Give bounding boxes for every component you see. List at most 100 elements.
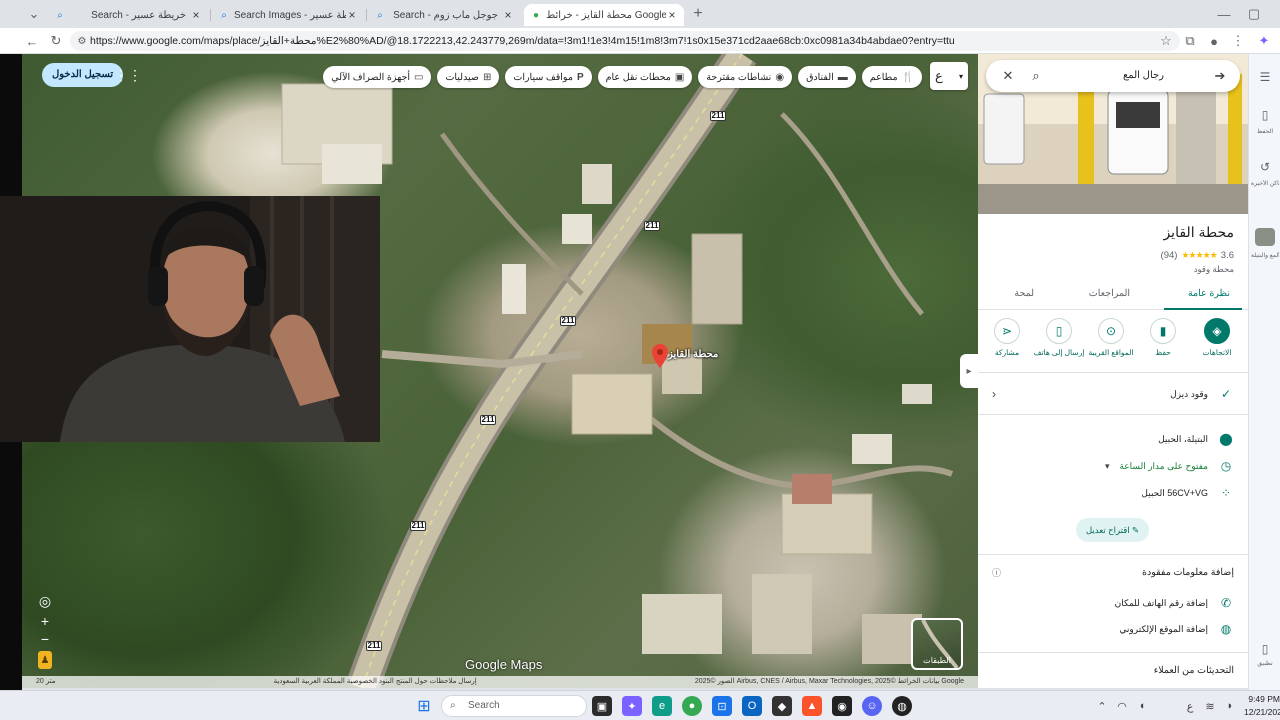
volume-icon[interactable]: ◖ — [1132, 696, 1152, 716]
directions-button[interactable]: ◈ الاتجاهات — [1190, 318, 1244, 357]
app-icon[interactable]: ▯ — [1255, 642, 1275, 656]
bookmark-star-icon[interactable]: ☆ — [1156, 31, 1176, 51]
profile-avatar[interactable]: ● — [1204, 31, 1224, 51]
extensions-icon[interactable]: ⧉ — [1180, 31, 1200, 51]
app-cube-icon[interactable]: ◆ — [772, 696, 792, 716]
windows-start-icon[interactable]: ⊞ — [414, 696, 434, 716]
rating-row[interactable]: 3.6 ★★★★★ (94) — [1161, 250, 1234, 261]
tab-reviews[interactable]: المراجعات — [1089, 288, 1130, 299]
google-apps-icon[interactable]: ⋮⋮ — [114, 67, 142, 83]
minimize-icon[interactable]: — — [1214, 4, 1234, 24]
directions-arrow-icon[interactable]: ➔ — [1210, 60, 1230, 92]
url-field[interactable]: https://www.google.com/maps/place/محطة+ا… — [70, 31, 1180, 51]
task-view-icon[interactable]: ▣ — [592, 696, 612, 716]
address-row[interactable]: ⬤ البتيلة، الحبيل — [992, 428, 1234, 450]
outlook-icon[interactable]: O — [742, 696, 762, 716]
chevron-down-icon[interactable]: ▾ — [1105, 461, 1110, 472]
search-icon[interactable]: ⌕ — [1026, 60, 1046, 92]
tab-overview[interactable]: نظرة عامة — [1188, 288, 1230, 299]
hours-row[interactable]: ◷ مفتوح على مدار الساعة ▾ — [992, 455, 1234, 477]
bookmark-icon[interactable]: ▯ — [1255, 108, 1275, 122]
search-input[interactable]: رجال المع — [1123, 60, 1164, 92]
reload-icon[interactable]: ↻ — [46, 31, 66, 51]
taskbar-search[interactable]: ⌕ Search — [441, 695, 587, 717]
plus-code-row[interactable]: ⁘ 56CV+VG الحبيل — [992, 482, 1234, 504]
location-pin-icon[interactable] — [652, 344, 668, 368]
network-icon[interactable]: ◠ — [1112, 696, 1132, 716]
tab-4-active[interactable]: ● محطة القايز - خرائط Google × — [524, 4, 684, 26]
nearby-button[interactable]: ⊙ المواقع القريبة — [1084, 318, 1138, 357]
search-box[interactable]: ➔ رجال المع ⌕ ✕ — [986, 60, 1240, 92]
add-phone-row[interactable]: ✆ إضافة رقم الهاتف للمكان — [992, 592, 1234, 614]
saved-label[interactable]: الحفظ — [1251, 128, 1279, 135]
maximize-icon[interactable]: ▢ — [1244, 4, 1264, 24]
tab-2-close-icon[interactable]: × — [346, 8, 358, 22]
recent-label[interactable]: الأماكن الأخيرة — [1251, 180, 1279, 187]
clock[interactable]: 9:49 PM 12/21/2025 — [1244, 693, 1280, 719]
brave-icon[interactable]: ▲ — [802, 696, 822, 716]
bookmark-icon: ▮ — [1150, 318, 1176, 344]
zoom-in-button[interactable]: + — [36, 612, 54, 630]
pegman-icon[interactable]: ♟ — [38, 651, 52, 669]
tab-search-dropdown-icon[interactable]: ⌄ — [24, 4, 44, 24]
chevron-left-icon[interactable]: ‹ — [992, 387, 996, 401]
tab-about[interactable]: لمحة — [1014, 288, 1034, 299]
chrome-icon[interactable]: ● — [682, 696, 702, 716]
place-label[interactable]: محطة القايز — [668, 349, 718, 360]
legal-links[interactable]: إرسال ملاحظات حول المنتج البنود الخصوصية… — [274, 676, 477, 688]
collapse-panel-button[interactable]: ▸ — [960, 354, 978, 388]
app-label[interactable]: تطبيق — [1251, 660, 1279, 667]
tab-3-close-icon[interactable]: × — [502, 8, 514, 22]
close-icon[interactable]: ✕ — [998, 60, 1018, 92]
my-location-icon[interactable]: ◎ — [36, 592, 54, 610]
rating-value: 3.6 — [1220, 250, 1234, 261]
edge-icon[interactable]: e — [652, 696, 672, 716]
chip-things-to-do[interactable]: ◉ نشاطات مقترحة — [698, 66, 793, 88]
capture-icon[interactable]: ◉ — [832, 696, 852, 716]
chip-transit[interactable]: ▣ محطات نقل عام — [597, 66, 693, 88]
save-button[interactable]: ▮ حفظ — [1136, 318, 1190, 357]
layers-button[interactable]: الطبقات — [911, 618, 963, 670]
site-info-icon[interactable]: ⚙ — [72, 31, 92, 51]
tray-chevron-icon[interactable]: ⌃ — [1092, 696, 1112, 716]
back-icon[interactable]: ← — [22, 31, 42, 51]
wifi-icon[interactable]: ≋ — [1200, 696, 1220, 716]
input-tools-button[interactable]: ع ▾ — [930, 62, 968, 90]
tab-3[interactable]: ⌕ Search - جوجل ماب زوم × — [368, 4, 520, 26]
help-icon[interactable]: ⓘ — [992, 566, 1001, 579]
recent-place-thumbnail[interactable] — [1255, 228, 1275, 246]
speaker-icon[interactable]: ◗ — [1220, 696, 1240, 716]
place-category[interactable]: محطة وقود — [1194, 264, 1234, 275]
chip-restaurants[interactable]: 🍴 مطاعم — [861, 66, 922, 88]
send-to-phone-button[interactable]: ▯ إرسال إلى هاتف — [1032, 318, 1086, 357]
suggest-edit-button[interactable]: ✎ اقتراح تعديل — [1076, 518, 1150, 542]
recent-place-label[interactable]: رجال ألمع والبتيلة — [1251, 252, 1279, 259]
chip-atm[interactable]: ▭ أجهزة الصراف الآلي — [323, 66, 432, 88]
menu-icon[interactable]: ☰ — [1255, 70, 1275, 84]
tab-1[interactable]: ⌕ Search - خريطة عسير × — [48, 4, 208, 26]
scale-label[interactable]: 20 متر — [36, 676, 55, 688]
chip-pharmacies[interactable]: ⊞ صيدليات — [437, 66, 500, 88]
tab-2[interactable]: ⌕ Search Images - خريطة عسير × — [212, 4, 364, 26]
store-icon[interactable]: ⊡ — [712, 696, 732, 716]
copilot-icon[interactable]: ✦ — [1254, 31, 1274, 51]
place-photo[interactable]: ➔ رجال المع ⌕ ✕ — [978, 54, 1248, 214]
chip-hotels[interactable]: ▬ الفنادق — [798, 66, 856, 88]
amenity-row[interactable]: ✓ وقود ديزل ‹ — [992, 383, 1234, 405]
language-indicator-icon[interactable]: ع — [1180, 696, 1200, 716]
discord-icon[interactable]: ☺ — [862, 696, 882, 716]
zoom-out-button[interactable]: − — [36, 630, 54, 648]
menu-dots-icon[interactable]: ⋮ — [1228, 31, 1248, 51]
panel-tabs: نظرة عامة المراجعات لمحة — [978, 280, 1248, 310]
chip-parking[interactable]: P مواقف سيارات — [505, 66, 592, 88]
obs-icon[interactable]: ◍ — [892, 696, 912, 716]
share-button[interactable]: ⋖ مشاركة — [980, 318, 1034, 357]
tab-4-close-icon[interactable]: × — [666, 8, 678, 22]
add-website-row[interactable]: ◍ إضافة الموقع الإلكتروني — [992, 618, 1234, 640]
sign-in-button[interactable]: تسجيل الدخول — [42, 63, 124, 87]
history-icon[interactable]: ↺ — [1255, 160, 1275, 174]
review-count[interactable]: (94) — [1161, 250, 1178, 261]
copilot-icon[interactable]: ✦ — [622, 696, 642, 716]
new-tab-button[interactable]: + — [688, 4, 708, 24]
tab-1-close-icon[interactable]: × — [190, 8, 202, 22]
